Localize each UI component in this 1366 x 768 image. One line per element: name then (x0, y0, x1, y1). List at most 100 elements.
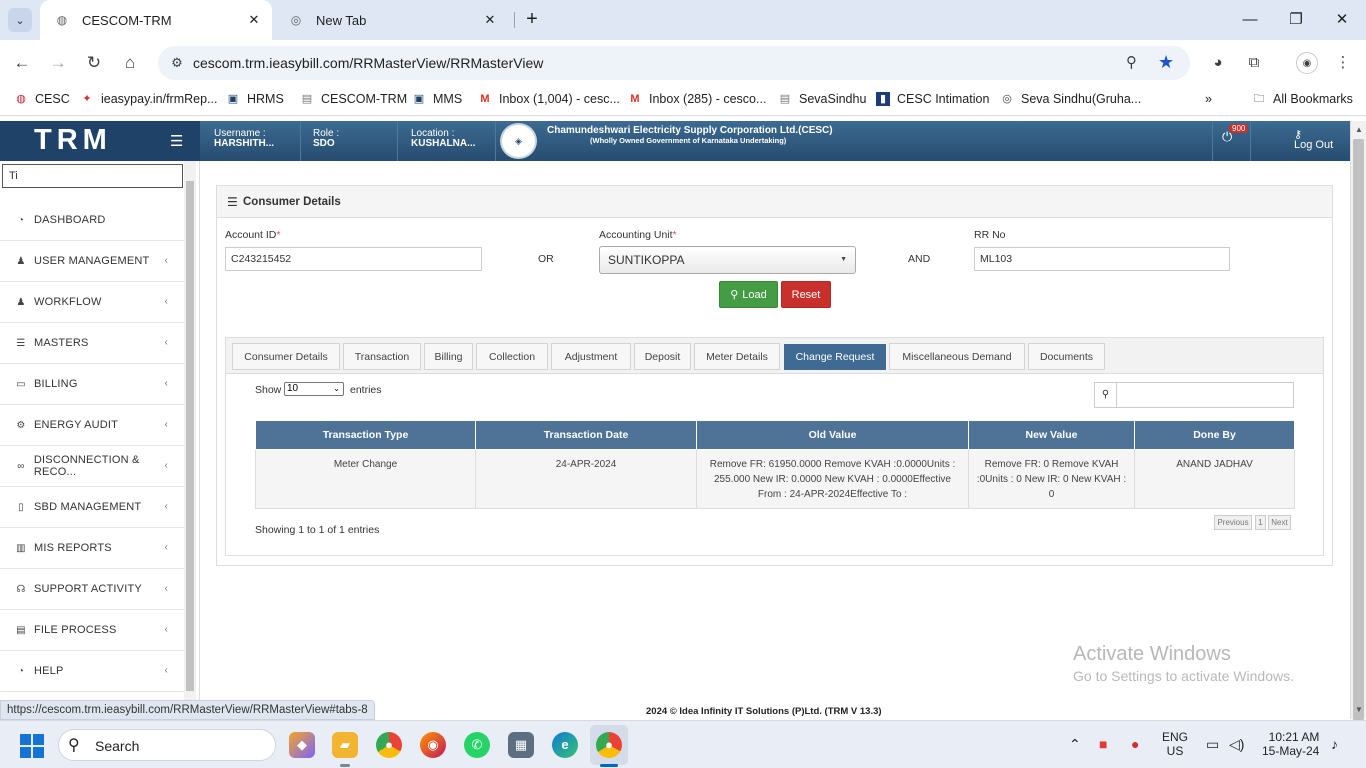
address-bar[interactable]: ⚙ cescom.trm.ieasybill.com/RRMasterView/… (158, 46, 1190, 80)
new-tab-button[interactable]: + (520, 8, 544, 32)
sidebar-scrollbar[interactable] (184, 161, 196, 706)
sidebar-item-file-process[interactable]: ▤ FILE PROCESS ‹ (0, 610, 184, 651)
calculator-icon[interactable]: ▦ (508, 732, 534, 758)
copilot-preview-icon[interactable]: ◆ (289, 732, 315, 758)
menu-toggle-icon[interactable]: ☰ (170, 132, 183, 150)
scroll-down-icon[interactable]: ▼ (1355, 705, 1363, 714)
windows-start-icon[interactable] (20, 734, 44, 758)
bookmark-star-icon[interactable]: ★ (1158, 52, 1178, 72)
notification-badge[interactable]: 900 (1229, 124, 1249, 133)
close-tab-icon[interactable]: ✕ (246, 12, 262, 28)
entries-per-page-select[interactable]: 10 ⌄ (284, 382, 344, 396)
network-icon[interactable]: ▭ (1206, 736, 1219, 753)
notification-bell-icon[interactable]: ♪ (1331, 736, 1338, 752)
tab-collection[interactable]: Collection (476, 343, 548, 370)
load-button[interactable]: ⚲ Load (719, 281, 778, 308)
rr-no-input[interactable] (974, 247, 1230, 271)
sidebar-item-energy-audit[interactable]: ⚙ ENERGY AUDIT ‹ (0, 405, 184, 446)
column-header-transaction-date[interactable]: Transaction Date (475, 420, 697, 450)
file-explorer-icon[interactable]: ▰ (332, 732, 358, 758)
scroll-up-icon[interactable]: ▲ (1355, 125, 1363, 134)
column-header-old-value[interactable]: Old Value (696, 420, 969, 450)
extension-icon[interactable]: ◕ (1207, 52, 1229, 74)
browser-tab-cescom-trm[interactable]: ◍ CESCOM-TRM ✕ (40, 0, 272, 40)
sidebar-item-user-management[interactable]: ♟ USER MANAGEMENT ‹ (0, 241, 184, 282)
chrome-menu-icon[interactable]: ⋮ (1332, 52, 1354, 74)
tab-label: Consumer Details (244, 350, 328, 363)
page-scrollbar[interactable]: ▲ ▼ (1350, 121, 1366, 729)
site-info-icon[interactable]: ⚙ (168, 54, 186, 72)
table-search-input[interactable] (1116, 382, 1294, 408)
chevron-up-icon[interactable]: ⌃ (1069, 736, 1081, 753)
sidebar-item-support-activity[interactable]: ☊ SUPPORT ACTIVITY ‹ (0, 569, 184, 610)
tab-billing[interactable]: Billing (424, 343, 473, 370)
back-button[interactable]: ← (10, 51, 34, 75)
restore-button[interactable]: ❐ (1284, 8, 1308, 32)
pager-page-1-button[interactable]: 1 (1255, 515, 1266, 530)
tab-miscellaneous-demand[interactable]: Miscellaneous Demand (889, 343, 1025, 370)
sidebar-item-masters[interactable]: ☰ MASTERS ‹ (0, 323, 184, 364)
tray-app-icon[interactable]: ■ (1099, 736, 1107, 752)
sidebar-item-billing[interactable]: ▭ BILLING ‹ (0, 364, 184, 405)
column-header-transaction-type[interactable]: Transaction Type (255, 420, 476, 450)
firefox-icon[interactable]: ◉ (420, 732, 446, 758)
bookmark-mms[interactable]: ▣ MMS (412, 92, 462, 106)
more-bookmarks-chevron-icon[interactable]: » (1205, 92, 1212, 106)
column-header-new-value[interactable]: New Value (968, 420, 1135, 450)
close-tab-icon[interactable]: ✕ (482, 12, 498, 28)
tab-deposit[interactable]: Deposit (634, 343, 691, 370)
sidebar-search-input[interactable] (2, 164, 183, 188)
home-button[interactable]: ⌂ (118, 51, 142, 75)
whatsapp-icon[interactable]: ✆ (464, 732, 490, 758)
browser-tab-new-tab[interactable]: ◎ New Tab ✕ (276, 0, 508, 40)
bookmark-inbox-2[interactable]: M Inbox (285) - cesco... (628, 92, 766, 106)
bookmark-cesc-intimation[interactable]: ▮ CESC Intimation (876, 92, 989, 106)
minimize-button[interactable]: — (1238, 8, 1262, 32)
language-indicator[interactable]: ENG US (1162, 730, 1188, 758)
forward-button[interactable]: → (46, 51, 70, 75)
address-bar-url[interactable]: cescom.trm.ieasybill.com/RRMasterView/RR… (193, 55, 543, 71)
tab-meter-details[interactable]: Meter Details (694, 343, 780, 370)
column-header-done-by[interactable]: Done By (1134, 420, 1295, 450)
sidebar-item-dashboard[interactable]: ◔ DASHBOARD (0, 200, 184, 241)
bookmark-hrms[interactable]: ▣ HRMS (226, 92, 284, 106)
tab-search-button[interactable]: ⌄ (8, 8, 32, 32)
tab-transaction[interactable]: Transaction (343, 343, 421, 370)
tab-consumer-details[interactable]: Consumer Details (232, 343, 340, 370)
bookmark-ieasypay[interactable]: ✦ ieasypay.in/frmRep... (80, 92, 217, 106)
bookmark-cescom-trm[interactable]: ▤ CESCOM-TRM (300, 92, 407, 106)
volume-icon[interactable]: ◁) (1229, 736, 1244, 753)
bookmark-inbox-1[interactable]: M Inbox (1,004) - cesc... (478, 92, 619, 106)
sidebar-item-workflow[interactable]: ♟ WORKFLOW ‹ (0, 282, 184, 323)
sidebar-item-disconnection[interactable]: ∞ DISCONNECTION & RECO... ‹ (0, 446, 184, 487)
tray-app-icon[interactable]: ● (1131, 736, 1139, 752)
accounting-unit-select[interactable]: SUNTIKOPPA ▼ (599, 246, 856, 274)
reload-button[interactable]: ↻ (82, 51, 106, 75)
sidebar-scrollbar-thumb[interactable] (186, 181, 194, 691)
bookmark-seva-sindhu-gruha[interactable]: ◎ Seva Sindhu(Gruha... (1000, 92, 1141, 106)
sidebar-item-help[interactable]: ◔ HELP ‹ (0, 651, 184, 692)
chrome-icon[interactable]: ● (376, 732, 402, 758)
pager-previous-button[interactable]: Previous (1214, 515, 1252, 530)
tab-adjustment[interactable]: Adjustment (551, 343, 631, 370)
extensions-puzzle-icon[interactable]: ⧉ (1243, 52, 1265, 74)
pager-next-button[interactable]: Next (1268, 515, 1291, 530)
account-id-input[interactable] (225, 247, 482, 271)
bookmark-cesc[interactable]: ◍ CESC (14, 92, 70, 106)
tab-documents[interactable]: Documents (1028, 343, 1105, 370)
sidebar-item-sbd-management[interactable]: ▯ SBD MANAGEMENT ‹ (0, 487, 184, 528)
zoom-icon[interactable]: ⚲ (1126, 53, 1146, 73)
taskbar-search[interactable]: ⚲ Search (58, 729, 276, 761)
profile-avatar[interactable]: ◉ (1296, 52, 1318, 74)
page-scrollbar-thumb[interactable] (1353, 139, 1364, 729)
chrome-profile-icon[interactable]: ● (596, 732, 622, 758)
all-bookmarks[interactable]: 🗀 All Bookmarks (1252, 92, 1353, 106)
logout-link[interactable]: Log Out (1294, 139, 1333, 151)
reset-button[interactable]: Reset (781, 281, 831, 308)
bookmark-sevasindhu[interactable]: ▤ SevaSindhu (778, 92, 867, 106)
close-window-button[interactable]: ✕ (1330, 8, 1354, 32)
clock[interactable]: 10:21 AM 15-May-24 (1262, 730, 1319, 758)
tab-change-request[interactable]: Change Request (784, 344, 886, 370)
edge-icon[interactable]: e (552, 732, 578, 758)
sidebar-item-mis-reports[interactable]: ▥ MIS REPORTS ‹ (0, 528, 184, 569)
